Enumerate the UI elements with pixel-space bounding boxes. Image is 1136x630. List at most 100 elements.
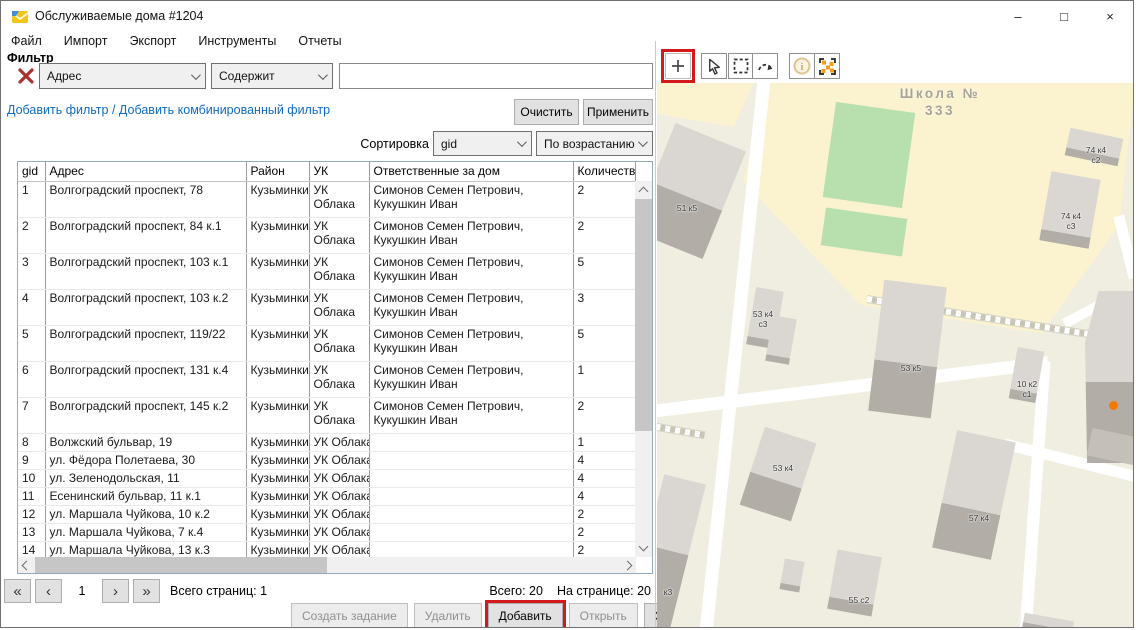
horizontal-scrollbar[interactable] xyxy=(18,557,636,573)
col-responsible[interactable]: Ответственные за дом xyxy=(369,162,573,181)
on-page-count-label: На странице: 20 xyxy=(557,584,651,598)
col-address[interactable]: Адрес xyxy=(45,162,246,181)
cell-district: Кузьминки xyxy=(246,451,309,469)
cell-district: Кузьминки xyxy=(246,361,309,397)
menu-import[interactable]: Импорт xyxy=(64,31,108,51)
table-row[interactable]: 8Волжский бульвар, 19КузьминкиУК Облака1 xyxy=(18,433,635,451)
title-bar[interactable]: Обслуживаемые дома #1204 – □ × xyxy=(1,1,1133,31)
menu-reports[interactable]: Отчеты xyxy=(298,31,341,51)
col-gid[interactable]: gid xyxy=(18,162,45,181)
menu-file[interactable]: Файл xyxy=(11,31,42,51)
col-count[interactable]: Количество xyxy=(573,162,635,181)
cell-address: Волгоградский проспект, 78 xyxy=(45,181,246,217)
cell-address: Волгоградский проспект, 84 к.1 xyxy=(45,217,246,253)
building-label: 53 к4 с3 xyxy=(739,309,787,329)
info-tool-button[interactable]: i xyxy=(789,53,815,79)
remove-filter-icon[interactable] xyxy=(16,66,36,86)
cell-address: ул. Фёдора Полетаева, 30 xyxy=(45,451,246,469)
current-page: 1 xyxy=(66,584,98,598)
cell-uk: УК Облака xyxy=(309,325,369,361)
table-header-row: gid Адрес Район УК Ответственные за дом … xyxy=(18,162,635,181)
menu-tools[interactable]: Инструменты xyxy=(198,31,276,51)
house-marker-dot[interactable] xyxy=(1109,401,1118,410)
vertical-scroll-thumb[interactable] xyxy=(635,199,652,431)
filter-operator-dropdown[interactable]: Содержит xyxy=(211,63,333,89)
table-row[interactable]: 6Волгоградский проспект, 131 к.4Кузьминк… xyxy=(18,361,635,397)
delete-button[interactable]: Удалить xyxy=(414,603,482,628)
horizontal-scroll-thumb[interactable] xyxy=(35,557,327,573)
select-lasso-tool-button[interactable] xyxy=(752,53,778,79)
table-row[interactable]: 12ул. Маршала Чуйкова, 10 к.2КузьминкиУК… xyxy=(18,505,635,523)
table-row[interactable]: 13ул. Маршала Чуйкова, 7 к.4КузьминкиУК … xyxy=(18,523,635,541)
table-row[interactable]: 10ул. Зеленодольская, 11КузьминкиУК Обла… xyxy=(18,469,635,487)
map-canvas[interactable]: Школа № 333 51 к574 к4 с274 к4 с353 к4 с… xyxy=(657,83,1134,628)
minimize-button[interactable]: – xyxy=(995,1,1041,31)
prev-page-button[interactable]: ‹ xyxy=(35,579,62,603)
scroll-left-icon[interactable] xyxy=(22,561,32,571)
sort-direction-dropdown[interactable]: По возрастанию xyxy=(536,131,653,156)
scroll-down-icon[interactable] xyxy=(639,542,649,552)
add-point-tool-button[interactable] xyxy=(665,53,691,79)
info-icon: i xyxy=(792,56,812,76)
cell-responsible: Симонов Семен Петрович, Кукушкин Иван xyxy=(369,361,573,397)
map-building xyxy=(1022,613,1074,628)
school-map-label: Школа № 333 xyxy=(875,85,1005,119)
road xyxy=(1113,215,1134,280)
scroll-right-icon[interactable] xyxy=(623,561,633,571)
cell-gid: 9 xyxy=(18,451,45,469)
cell-count: 2 xyxy=(573,217,635,253)
total-pages-label: Всего страниц: 1 xyxy=(170,584,267,598)
filter-value-input[interactable] xyxy=(339,63,653,89)
panel-splitter xyxy=(655,41,656,628)
table-row[interactable]: 3Волгоградский проспект, 103 к.1Кузьминк… xyxy=(18,253,635,289)
cell-district: Кузьминки xyxy=(246,487,309,505)
table-row[interactable]: 1Волгоградский проспект, 78КузьминкиУК О… xyxy=(18,181,635,217)
table-row[interactable]: 2Волгоградский проспект, 84 к.1Кузьминки… xyxy=(18,217,635,253)
cell-district: Кузьминки xyxy=(246,523,309,541)
col-uk[interactable]: УК xyxy=(309,162,369,181)
sort-field-dropdown[interactable]: gid xyxy=(433,131,532,156)
open-button[interactable]: Открыть xyxy=(569,603,638,628)
cell-uk: УК Облака xyxy=(309,181,369,217)
vertical-scrollbar[interactable] xyxy=(635,181,652,557)
table-row[interactable]: 9ул. Фёдора Полетаева, 30КузьминкиУК Обл… xyxy=(18,451,635,469)
cell-count: 2 xyxy=(573,397,635,433)
table-row[interactable]: 11Есенинский бульвар, 11 к.1КузьминкиУК … xyxy=(18,487,635,505)
clear-button[interactable]: Очистить xyxy=(514,99,579,125)
col-district[interactable]: Район xyxy=(246,162,309,181)
add-filter-link[interactable]: Добавить фильтр xyxy=(7,103,109,117)
next-page-button[interactable]: › xyxy=(102,579,129,603)
table-row[interactable]: 5Волгоградский проспект, 119/22Кузьминки… xyxy=(18,325,635,361)
building-label: 57 к4 xyxy=(957,513,1001,523)
cell-count: 5 xyxy=(573,325,635,361)
add-button[interactable]: Добавить xyxy=(488,603,563,628)
cell-gid: 2 xyxy=(18,217,45,253)
marquee-select-icon xyxy=(732,57,750,75)
select-cursor-tool-button[interactable] xyxy=(701,53,727,79)
table-row[interactable]: 7Волгоградский проспект, 145 к.2Кузьминк… xyxy=(18,397,635,433)
cell-gid: 4 xyxy=(18,289,45,325)
window-title: Обслуживаемые дома #1204 xyxy=(35,9,203,23)
cell-address: Волжский бульвар, 19 xyxy=(45,433,246,451)
building-label: к3 xyxy=(657,587,681,597)
add-combined-filter-link[interactable]: Добавить комбинированный фильтр xyxy=(119,103,330,117)
create-task-button[interactable]: Создать задание xyxy=(291,603,408,628)
last-page-button[interactable]: » xyxy=(133,579,160,603)
fit-features-tool-button[interactable] xyxy=(814,53,840,79)
svg-text:i: i xyxy=(800,61,803,73)
cell-responsible: Симонов Семен Петрович, Кукушкин Иван xyxy=(369,253,573,289)
table-row[interactable]: 4Волгоградский проспект, 103 к.2Кузьминк… xyxy=(18,289,635,325)
houses-table: gid Адрес Район УК Ответственные за дом … xyxy=(17,161,653,574)
close-window-button[interactable]: × xyxy=(1087,1,1133,31)
filter-field-dropdown[interactable]: Адрес xyxy=(39,63,206,89)
building-label: 74 к4 с3 xyxy=(1049,211,1093,231)
select-rectangle-tool-button[interactable] xyxy=(728,53,754,79)
fit-features-icon xyxy=(818,57,837,76)
first-page-button[interactable]: « xyxy=(4,579,31,603)
scroll-up-icon[interactable] xyxy=(639,187,649,197)
cell-responsible: Симонов Семен Петрович, Кукушкин Иван xyxy=(369,397,573,433)
menu-export[interactable]: Экспорт xyxy=(129,31,176,51)
maximize-button[interactable]: □ xyxy=(1041,1,1087,31)
cell-gid: 7 xyxy=(18,397,45,433)
apply-button[interactable]: Применить xyxy=(583,99,653,125)
